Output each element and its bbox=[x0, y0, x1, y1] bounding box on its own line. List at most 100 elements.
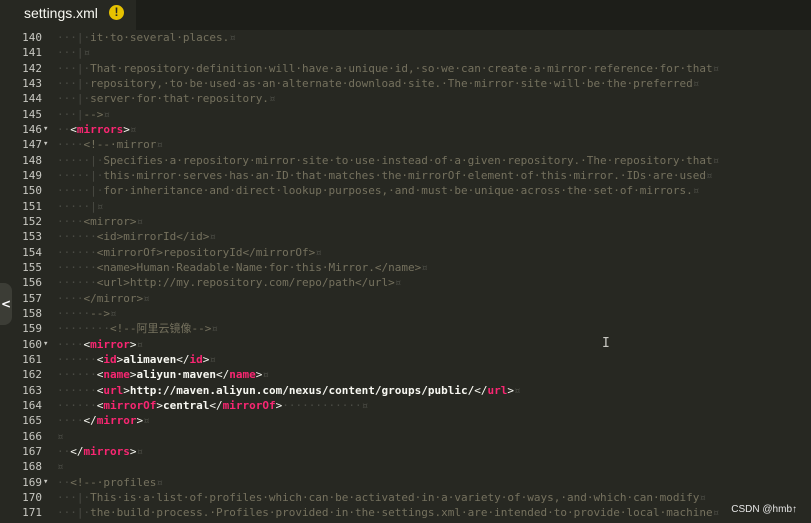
code-token: ···|¤ bbox=[57, 46, 91, 60]
fold-toggle-icon[interactable]: ▾ bbox=[43, 137, 51, 152]
line-code: ········<!--阿里云镜像-->¤ bbox=[57, 321, 218, 336]
code-token: url bbox=[103, 383, 124, 397]
warning-icon: ! bbox=[109, 5, 124, 20]
line-code: ·····|¤ bbox=[57, 199, 103, 214]
line-number: 155 bbox=[22, 260, 42, 274]
code-line[interactable]: 145 ···|-->¤ bbox=[0, 107, 811, 122]
code-line[interactable]: 142 ···|·That·repository·definition·will·… bbox=[0, 61, 811, 76]
code-token: <mirror> bbox=[83, 214, 137, 228]
code-token: </ bbox=[70, 444, 84, 458]
code-token: http://maven.aliyun.com/nexus/content/gr… bbox=[129, 383, 475, 397]
line-number: 146 bbox=[22, 122, 42, 136]
line-number: 170 bbox=[22, 490, 42, 504]
code-line[interactable]: 150 ·····|·for·inheritance·and·direct·loo… bbox=[0, 183, 811, 198]
code-token: ···· bbox=[57, 291, 84, 305]
code-line[interactable]: 170 ···|·This·is·a·list·of·profiles·which… bbox=[0, 490, 811, 505]
collapse-panel-handle-icon[interactable]: < bbox=[0, 283, 12, 325]
code-token: repository,·to·be·used·as·an·alternate·d… bbox=[90, 76, 693, 90]
line-number: 165 bbox=[22, 414, 42, 428]
code-token: name bbox=[103, 368, 130, 382]
code-line[interactable]: 158 ·····-->¤ bbox=[0, 306, 811, 321]
code-line[interactable]: 144 ···|·server·for·that·repository.¤ bbox=[0, 91, 811, 106]
code-line[interactable]: 140 ···|·it·to·several·places.¤ bbox=[0, 30, 811, 45]
line-number: 171 bbox=[22, 506, 42, 520]
code-token: ¤ bbox=[699, 490, 707, 504]
code-line[interactable]: 146 ▾ ··<mirrors>¤ bbox=[0, 122, 811, 137]
code-line[interactable]: 153 ······<id>mirrorId</id>¤ bbox=[0, 229, 811, 244]
code-line[interactable]: 141 ···|¤ bbox=[0, 45, 811, 60]
code-token: ¤ bbox=[209, 352, 216, 366]
code-token: ¤ bbox=[136, 337, 144, 351]
code-token: ¤ bbox=[129, 122, 137, 136]
line-code: ······<id>alimaven</id>¤ bbox=[57, 352, 216, 367]
code-line[interactable]: 152 ····<mirror>¤ bbox=[0, 214, 811, 229]
code-token: </ bbox=[83, 414, 97, 428]
code-token: ···· bbox=[57, 138, 84, 152]
code-line[interactable]: 167 ··</mirrors>¤ bbox=[0, 444, 811, 459]
code-line[interactable]: 164 ······<mirrorOf>central</mirrorOf>···… bbox=[0, 398, 811, 413]
code-line[interactable]: 171 ···|·the·build·process.·Profiles·prov… bbox=[0, 505, 811, 520]
code-token: ¤ bbox=[209, 230, 216, 244]
code-token: central bbox=[162, 398, 210, 412]
code-token: ¤ bbox=[268, 92, 276, 106]
line-code: ····<!--·mirror¤ bbox=[57, 137, 163, 152]
code-token: This·is·a·list·of·profiles·which·can·be·… bbox=[90, 490, 700, 504]
code-token: ······ bbox=[57, 352, 97, 366]
line-code: ·····-->¤ bbox=[57, 306, 117, 321]
line-number: 141 bbox=[22, 46, 42, 60]
line-code: ····</mirror>¤ bbox=[57, 291, 150, 306]
fold-toggle-icon[interactable]: ▾ bbox=[43, 475, 51, 490]
fold-toggle-icon[interactable]: ▾ bbox=[43, 337, 51, 352]
code-line[interactable]: 165 ····</mirror>¤ bbox=[0, 413, 811, 428]
code-token: ·····|· bbox=[57, 184, 104, 198]
code-line[interactable]: 161 ······<id>alimaven</id>¤ bbox=[0, 352, 811, 367]
code-token: ·· bbox=[57, 122, 71, 136]
code-token: ¤ bbox=[136, 214, 144, 228]
code-token: alimaven bbox=[123, 352, 177, 366]
code-line[interactable]: 148 ·····|·Specifies·a·repository·mirror·… bbox=[0, 153, 811, 168]
code-token: for·inheritance·and·direct·lookup·purpos… bbox=[103, 184, 693, 198]
code-token: ········ bbox=[57, 322, 110, 336]
code-token: > bbox=[123, 383, 130, 397]
code-line[interactable]: 162 ······<name>aliyun·maven</name>¤ bbox=[0, 367, 811, 382]
code-token: ······ bbox=[57, 368, 97, 382]
code-line[interactable]: 166 ¤ bbox=[0, 429, 811, 444]
code-line[interactable]: 147 ▾ ····<!--·mirror¤ bbox=[0, 137, 811, 152]
line-code: ······<name>aliyun·maven</name>¤ bbox=[57, 367, 269, 382]
code-line[interactable]: 159 ········<!--阿里云镜像-->¤ bbox=[0, 321, 811, 336]
line-number: 169 bbox=[22, 475, 42, 489]
code-token: <!--·mirror bbox=[83, 138, 157, 152]
code-line[interactable]: 157 ····</mirror>¤ bbox=[0, 291, 811, 306]
tab-settings-xml[interactable]: settings.xml ! bbox=[0, 0, 136, 30]
code-token: ···|· bbox=[57, 490, 91, 504]
code-token: ···|· bbox=[57, 92, 91, 106]
code-token: That·repository·definition·will·have·a·u… bbox=[90, 61, 713, 75]
code-line[interactable]: 160 ▾ ····<mirror>¤ bbox=[0, 337, 811, 352]
code-line[interactable]: 169 ▾ ··<!--·profiles¤ bbox=[0, 475, 811, 490]
code-line[interactable]: 163 ······<url>http://maven.aliyun.com/ne… bbox=[0, 383, 811, 398]
code-editor[interactable]: 140 ···|·it·to·several·places.¤ 141 ···|¤ 14… bbox=[0, 30, 811, 523]
line-number: 152 bbox=[22, 214, 42, 228]
code-token: ¤ bbox=[156, 138, 163, 152]
code-line[interactable]: 154 ······<mirrorOf>repositoryId</mirrorO… bbox=[0, 245, 811, 260]
code-token: </mirror> bbox=[83, 291, 144, 305]
code-line[interactable]: 143 ···|·repository,·to·be·used·as·an·alt… bbox=[0, 76, 811, 91]
code-token: id bbox=[189, 352, 203, 366]
code-line[interactable]: 151 ·····|¤ bbox=[0, 199, 811, 214]
code-token: ·····|· bbox=[57, 168, 104, 182]
text-cursor-icon: I bbox=[602, 336, 610, 351]
fold-toggle-icon[interactable]: ▾ bbox=[43, 122, 51, 137]
code-line[interactable]: 155 ······<name>Human·Readable·Name·for·t… bbox=[0, 260, 811, 275]
line-code: ··<!--·profiles¤ bbox=[57, 475, 163, 490]
code-line[interactable]: 156 ······<url>http://my.repository.com/r… bbox=[0, 275, 811, 290]
line-code: ······<url>http://maven.aliyun.com/nexus… bbox=[57, 383, 521, 398]
code-token: server·for·that·repository. bbox=[90, 92, 269, 106]
line-number: 164 bbox=[22, 398, 42, 412]
line-code: ······<mirrorOf>repositoryId</mirrorOf>¤ bbox=[57, 245, 322, 260]
code-token: ¤ bbox=[103, 107, 110, 121]
code-line[interactable]: 168 ¤ bbox=[0, 459, 811, 474]
code-token: ·····|· bbox=[57, 153, 104, 167]
line-number: 140 bbox=[22, 31, 42, 44]
code-token: </ bbox=[215, 368, 230, 382]
code-line[interactable]: 149 ·····|·this·mirror·serves·has·an·ID·t… bbox=[0, 168, 811, 183]
